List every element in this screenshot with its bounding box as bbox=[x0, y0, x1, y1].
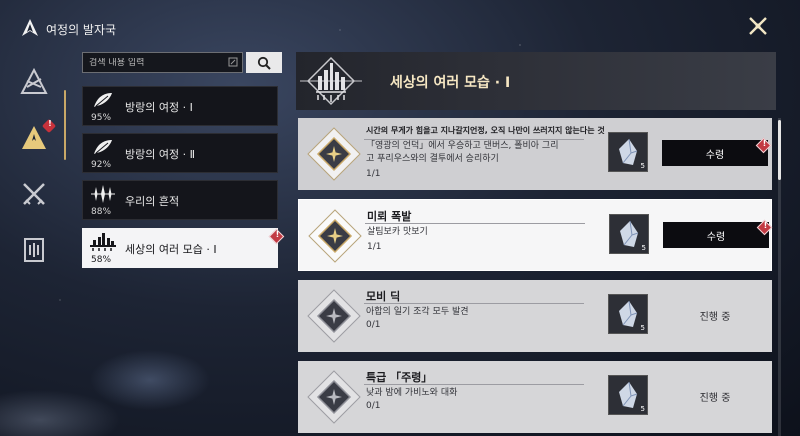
divider bbox=[365, 223, 585, 224]
reward-item[interactable]: 5 bbox=[608, 375, 648, 415]
archive-icon bbox=[24, 238, 44, 262]
reward-quantity: 5 bbox=[640, 324, 645, 332]
search-field[interactable] bbox=[82, 52, 243, 73]
content-header: 세상의 여러 모습 · Ⅰ bbox=[296, 52, 776, 110]
divider bbox=[364, 303, 584, 304]
quest-progress: 0/1 bbox=[366, 401, 381, 411]
scrollbar-thumb[interactable] bbox=[778, 120, 781, 180]
crossed-swords-icon bbox=[23, 183, 45, 205]
quest-status: 진행 중 bbox=[699, 312, 731, 323]
journey-label: 방랑의 여정 · Ⅱ bbox=[125, 148, 195, 161]
quest-desc: 「영광의 언덕」에서 우승하고 댄버스, 폴비아 그리고 푸리우스와의 결투에서… bbox=[366, 141, 559, 164]
diamond-star-icon bbox=[307, 289, 361, 343]
quest-progress: 1/1 bbox=[367, 242, 382, 252]
close-button[interactable] bbox=[746, 14, 770, 38]
city-emblem-icon bbox=[300, 56, 362, 106]
journey-percent: 95% bbox=[91, 113, 112, 123]
nav-item-journey-a[interactable] bbox=[14, 62, 54, 102]
diamond-star-icon bbox=[308, 209, 362, 263]
reward-item[interactable]: 5 bbox=[609, 214, 649, 254]
edit-icon bbox=[228, 57, 238, 67]
quest-status: 진행 중 bbox=[699, 393, 731, 404]
journey-label: 방랑의 여정 · Ⅰ bbox=[125, 101, 193, 114]
journey-label: 세상의 여러 모습 · Ⅰ bbox=[125, 243, 217, 256]
quest-progress: 1/1 bbox=[366, 169, 381, 179]
nav-item-swords[interactable] bbox=[14, 174, 54, 214]
quest-card[interactable]: 특급 「주령」 낮과 밤에 가비노와 대화 0/1 5 진행 중 bbox=[298, 361, 772, 433]
page-title: 여정의 발자국 bbox=[46, 23, 117, 37]
journey-percent: 88% bbox=[91, 207, 112, 217]
diamond-star-icon bbox=[307, 370, 361, 424]
reward-quantity: 5 bbox=[640, 162, 645, 170]
reward-item[interactable]: 5 bbox=[608, 132, 648, 172]
quest-desc: 살팀보카 맛보기 bbox=[367, 227, 428, 237]
feather-icon bbox=[89, 90, 117, 110]
journey-percent: 92% bbox=[91, 160, 112, 170]
sparkle-icon bbox=[89, 184, 117, 204]
nav-item-journey-active[interactable] bbox=[14, 118, 57, 158]
reward-quantity: 5 bbox=[641, 244, 646, 252]
search-input[interactable] bbox=[89, 57, 219, 68]
nav-selection-indicator bbox=[64, 90, 66, 160]
quest-title: 모비 딕 bbox=[366, 290, 401, 303]
quest-desc: 아합의 일기 조각 모두 발견 bbox=[366, 307, 469, 317]
triangle-emblem-icon bbox=[20, 67, 48, 94]
search-icon bbox=[257, 56, 271, 70]
quest-title: 미뢰 폭발 bbox=[367, 210, 412, 223]
journey-item[interactable]: 92% 방랑의 여정 · Ⅱ bbox=[82, 133, 278, 173]
close-icon bbox=[749, 17, 767, 35]
quest-desc: 낮과 밤에 가비노와 대화 bbox=[366, 388, 458, 398]
divider bbox=[364, 384, 584, 385]
reward-quantity: 5 bbox=[640, 405, 645, 413]
app-logo-icon bbox=[20, 18, 40, 38]
journey-item[interactable]: 88% 우리의 흔적 bbox=[82, 180, 278, 220]
diamond-star-icon bbox=[307, 127, 361, 181]
search-button[interactable] bbox=[246, 52, 282, 73]
top-bar: 여정의 발자국 bbox=[0, 0, 800, 52]
journey-percent: 58% bbox=[91, 255, 112, 265]
reward-item[interactable]: 5 bbox=[608, 294, 648, 334]
feather-icon bbox=[89, 137, 117, 157]
quest-card[interactable]: 시간의 무게가 힘을고 지나갈지언정, 오직 나만이 쓰러지지 않는다는 것 「… bbox=[298, 118, 772, 190]
quest-title: 시간의 무게가 힘을고 지나갈지언정, 오직 나만이 쓰러지지 않는다는 것 bbox=[366, 126, 605, 135]
content-title: 세상의 여러 모습 · Ⅰ bbox=[390, 75, 511, 91]
claim-button[interactable]: 수령 bbox=[662, 140, 768, 166]
city-icon bbox=[89, 232, 117, 252]
journey-label: 우리의 흔적 bbox=[125, 195, 180, 208]
quest-card-selected[interactable]: 미뢰 폭발 살팀보카 맛보기 1/1 5 수령 ! bbox=[298, 199, 773, 271]
nav-item-archive[interactable] bbox=[14, 230, 54, 270]
claim-button[interactable]: 수령 bbox=[663, 222, 769, 248]
journey-item[interactable]: 95% 방랑의 여정 · Ⅰ bbox=[82, 86, 278, 126]
journey-item-active[interactable]: 58% 세상의 여러 모습 · Ⅰ ! bbox=[82, 228, 285, 268]
quest-title: 특급 「주령」 bbox=[366, 371, 433, 384]
quest-progress: 0/1 bbox=[366, 320, 381, 330]
quest-card[interactable]: 모비 딕 아합의 일기 조각 모두 발견 0/1 5 진행 중 bbox=[298, 280, 772, 352]
alert-badge: ! bbox=[268, 228, 285, 245]
